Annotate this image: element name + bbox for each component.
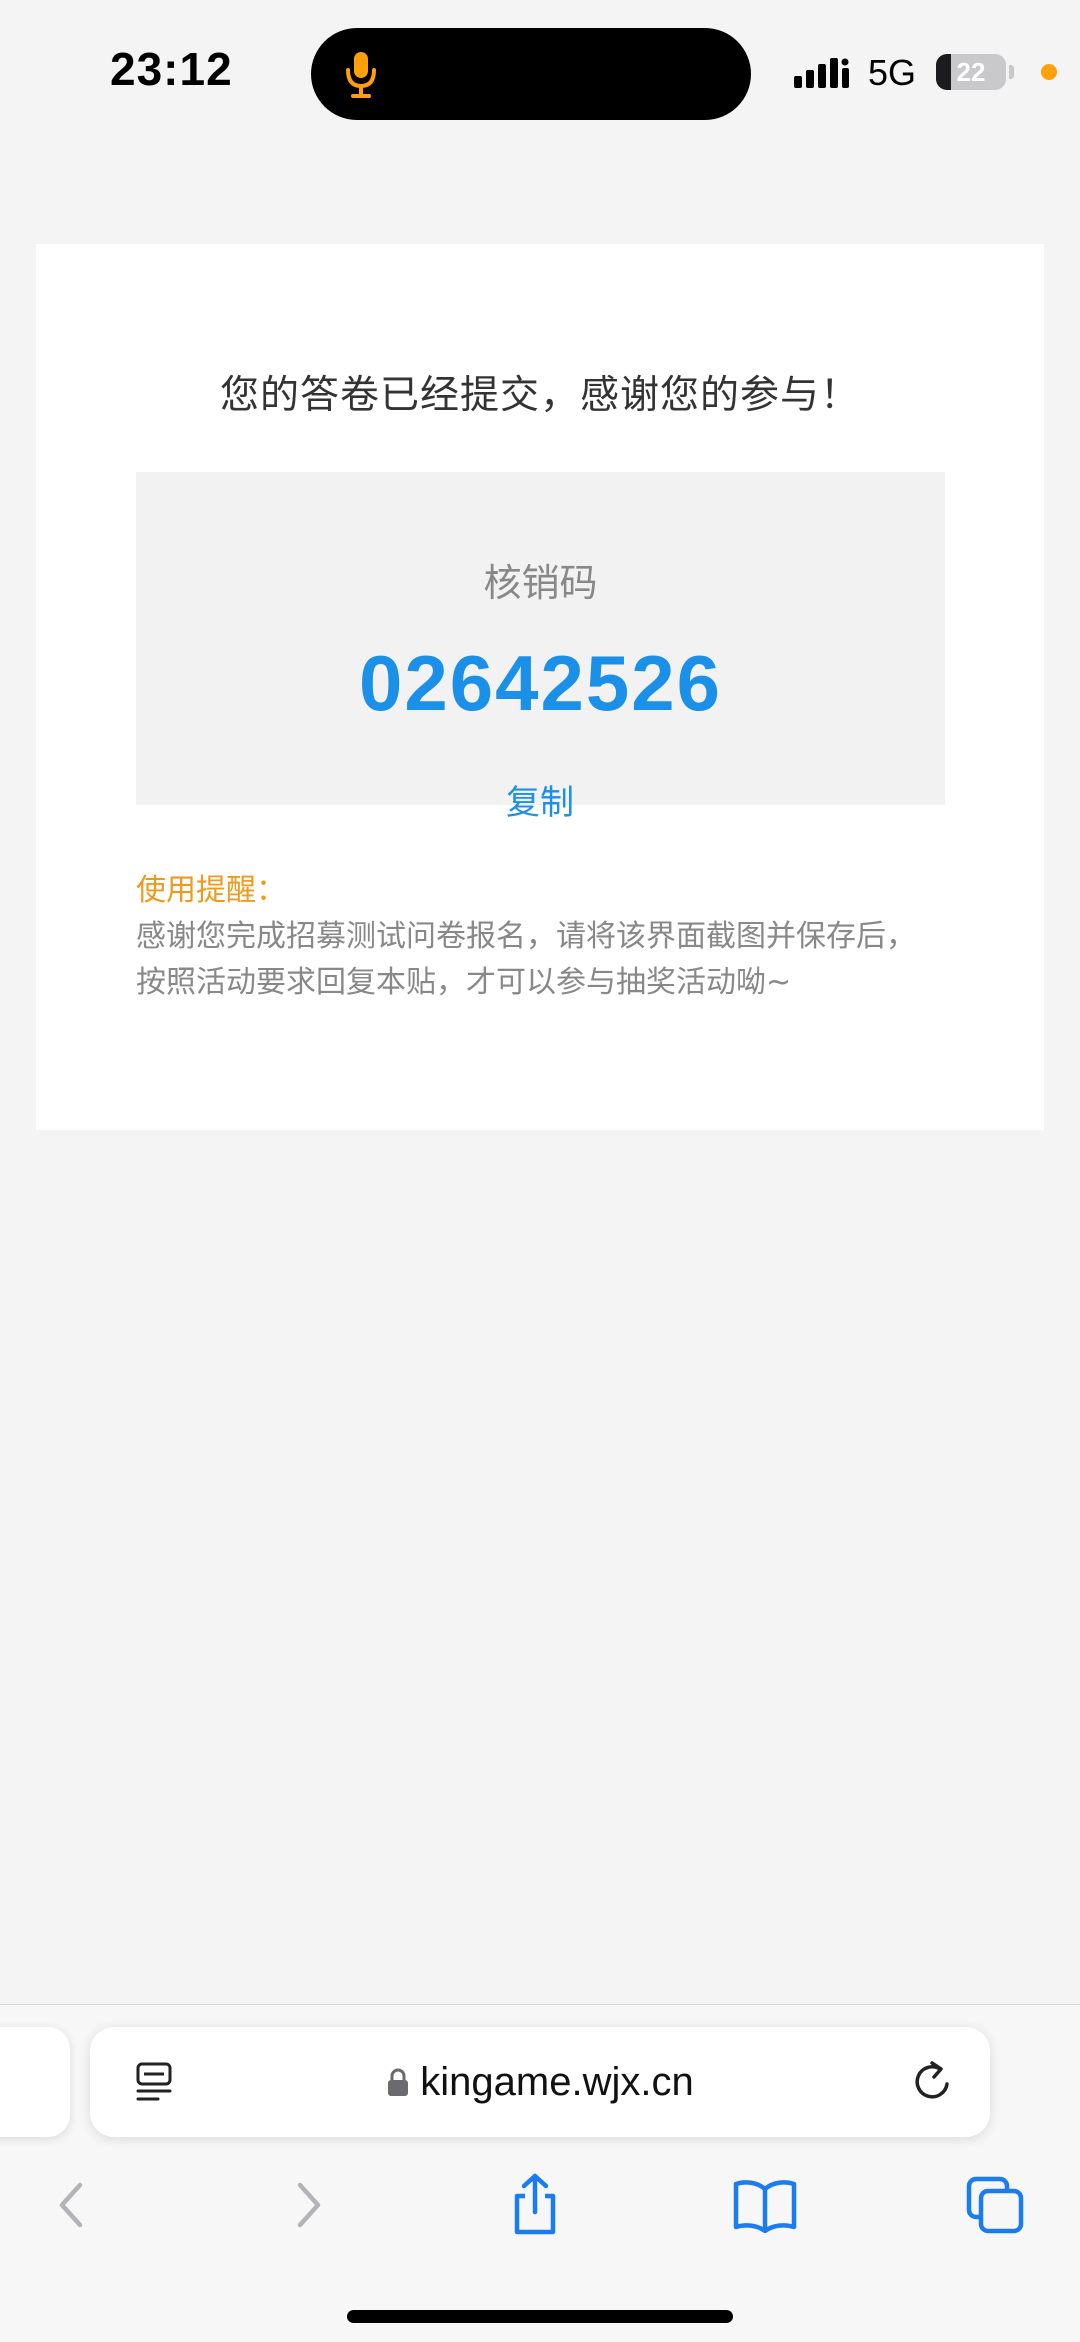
forward-button[interactable] xyxy=(268,2165,348,2245)
dynamic-island xyxy=(311,28,751,120)
battery-level: 22 xyxy=(956,57,986,87)
status-bar: 23:12 5G 22 xyxy=(0,0,1080,150)
reload-icon[interactable] xyxy=(910,2059,956,2105)
address-bar[interactable]: kingame.wjx.cn xyxy=(90,2027,990,2137)
chevron-left-icon xyxy=(59,2182,83,2228)
share-button[interactable] xyxy=(495,2165,575,2245)
notice-line: 按照活动要求回复本贴，才可以参与抽奖活动呦~ xyxy=(136,965,792,1000)
notice-title: 使用提醒： xyxy=(136,873,286,908)
chevron-right-icon xyxy=(297,2182,321,2228)
url-text[interactable]: kingame.wjx.cn xyxy=(420,2060,693,2105)
book-icon xyxy=(733,2180,797,2233)
network-type: 5G xyxy=(868,52,917,93)
copy-button[interactable]: 复制 xyxy=(490,775,590,823)
bookmarks-button[interactable] xyxy=(725,2165,805,2245)
back-button[interactable] xyxy=(32,2165,112,2245)
redeem-code-box: 核销码 02642526 复制 xyxy=(136,472,945,823)
browser-toolbar xyxy=(0,2165,1080,2245)
tabs-icon xyxy=(966,2176,1024,2234)
page-title: 您的答卷已经提交，感谢您的参与！ xyxy=(219,373,860,418)
share-icon xyxy=(514,2173,556,2235)
result-card: 您的答卷已经提交，感谢您的参与！ 核销码 02642526 复制 使用提醒： 感… xyxy=(36,244,1044,1130)
redeem-code: 02642526 xyxy=(358,639,723,727)
cellular-signal-icon xyxy=(794,58,849,88)
status-time: 23:12 xyxy=(110,43,233,95)
previous-tab-card[interactable] xyxy=(0,2027,70,2137)
home-indicator[interactable] xyxy=(347,2310,733,2323)
tabs-button[interactable] xyxy=(955,2165,1035,2245)
battery-icon: 22 xyxy=(936,54,1006,90)
battery-cap xyxy=(1009,65,1014,79)
url-display[interactable]: kingame.wjx.cn xyxy=(90,2027,990,2137)
browser-bottom-bar: kingame.wjx.cn xyxy=(0,2004,1080,2342)
privacy-indicator-dot xyxy=(1041,64,1057,80)
microphone-icon xyxy=(346,52,376,98)
lock-icon xyxy=(388,2068,409,2096)
code-label: 核销码 xyxy=(483,561,598,605)
notice-line: 感谢您完成招募测试问卷报名，请将该界面截图并保存后， xyxy=(136,919,916,954)
notice-text: 感谢您完成招募测试问卷报名，请将该界面截图并保存后， 按照活动要求回复本贴，才可… xyxy=(136,914,956,1006)
